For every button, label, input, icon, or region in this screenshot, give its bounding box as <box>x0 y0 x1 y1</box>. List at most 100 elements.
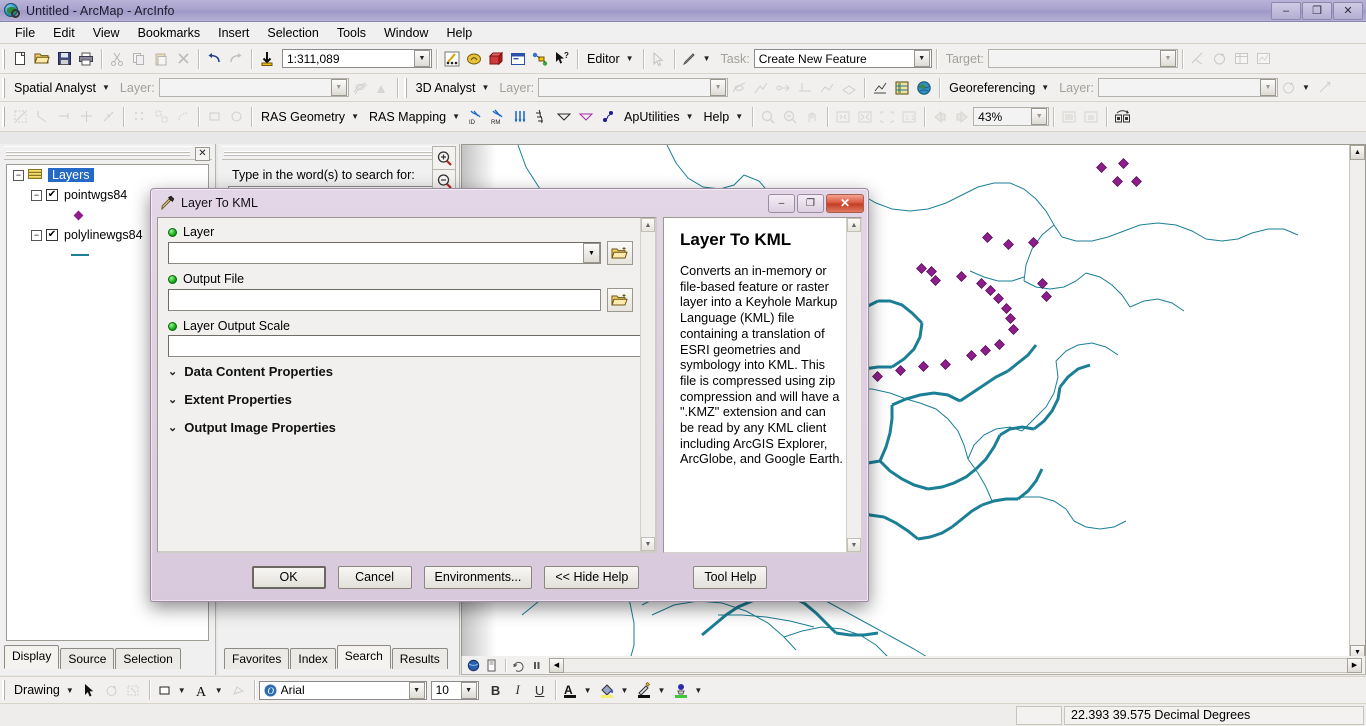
ok-button[interactable]: OK <box>251 565 326 589</box>
layer-visibility-checkbox[interactable]: ✔ <box>46 189 58 201</box>
parameters-scrollbar[interactable]: ▲ ▼ <box>640 218 655 551</box>
search-panel-grip[interactable] <box>222 146 439 160</box>
map-scroll-right-icon[interactable]: ▶ <box>1347 657 1362 673</box>
image-zoom-combo[interactable]: 43% ▼ <box>973 107 1050 126</box>
stream-flow-arrows-icon[interactable] <box>509 106 531 128</box>
zoom-in-icon[interactable] <box>432 146 456 170</box>
undo-icon[interactable] <box>203 48 225 70</box>
previous-extent-icon[interactable] <box>929 106 951 128</box>
refresh-view-icon[interactable] <box>510 657 526 673</box>
bold-button[interactable]: B <box>485 679 507 701</box>
expand-collapse-icon[interactable]: − <box>31 229 42 241</box>
cut-icon[interactable] <box>106 48 128 70</box>
rotate-tool-icon[interactable] <box>1209 48 1231 70</box>
chevron-down-icon[interactable]: ▼ <box>479 83 494 92</box>
split-tool-icon[interactable] <box>1187 48 1209 70</box>
window-close-button[interactable]: ✕ <box>1333 1 1363 20</box>
cancel-button[interactable]: Cancel <box>337 565 412 589</box>
error-inspector-icon[interactable] <box>150 106 172 128</box>
histogram-icon[interactable] <box>371 77 393 99</box>
scroll-down-icon[interactable]: ▼ <box>847 538 861 552</box>
command-line-icon[interactable] <box>507 48 529 70</box>
edit-vertices-icon[interactable] <box>228 679 250 701</box>
search-tab-favorites[interactable]: Favorites <box>224 648 290 669</box>
dialog-restore-button[interactable]: ❐ <box>797 193 824 213</box>
chevron-down-icon[interactable]: ▼ <box>64 686 79 695</box>
section-data-content-properties[interactable]: ⌄ Data Content Properties <box>158 357 655 385</box>
save-icon[interactable] <box>53 48 75 70</box>
toolbar-grip[interactable] <box>403 77 408 98</box>
toc-close-icon[interactable]: ✕ <box>195 147 210 161</box>
levee-icon[interactable] <box>597 106 619 128</box>
actual-size-icon[interactable]: 1:1 <box>898 106 920 128</box>
menu-help[interactable]: Help <box>437 23 481 43</box>
arcscene-icon[interactable] <box>891 77 913 99</box>
toc-root-layers[interactable]: − Layers <box>7 165 208 185</box>
font-color-icon[interactable]: A <box>560 679 582 701</box>
toolbar-grip[interactable] <box>2 680 6 700</box>
copy-icon[interactable] <box>128 48 150 70</box>
sketch-tool-icon[interactable] <box>679 48 701 70</box>
output-file-browse-button[interactable] <box>607 288 633 312</box>
chevron-down-icon[interactable]: ▼ <box>1039 83 1054 92</box>
edit-select-arrow-icon[interactable] <box>648 48 670 70</box>
3d-analyst-layer-combo[interactable]: ▼ <box>538 78 729 97</box>
georeferencing-layer-combo[interactable]: ▼ <box>1097 78 1278 97</box>
target-combo[interactable]: ▼ <box>987 49 1178 68</box>
chevron-down-icon[interactable]: ▼ <box>1159 50 1176 67</box>
cross-section-icon[interactable] <box>531 106 553 128</box>
window-restore-button[interactable]: ❐ <box>1302 1 1332 20</box>
toc-drag-grip[interactable]: ✕ <box>4 146 212 161</box>
validate-topology-icon[interactable] <box>128 106 150 128</box>
section-extent-properties[interactable]: ⌄ Extent Properties <box>158 385 655 413</box>
edit-tool-icon[interactable] <box>441 48 463 70</box>
section-output-image-properties[interactable]: ⌄ Output Image Properties <box>158 413 655 441</box>
toc-tab-selection[interactable]: Selection <box>115 648 181 669</box>
font-size-combo[interactable]: 10 ▼ <box>430 680 479 700</box>
chevron-down-icon[interactable]: ▼ <box>1031 108 1048 125</box>
surface-icon[interactable] <box>838 77 860 99</box>
split-line-icon[interactable] <box>97 106 119 128</box>
ras-help-menu[interactable]: Help <box>699 108 734 126</box>
menu-file[interactable]: File <box>6 23 44 43</box>
interpolate-line-icon[interactable] <box>750 77 772 99</box>
contour-3d-icon[interactable] <box>728 77 750 99</box>
menu-bookmarks[interactable]: Bookmarks <box>129 23 210 43</box>
map-vertical-scrollbar[interactable]: ▲ ▼ <box>1349 145 1365 660</box>
new-rectangle-icon[interactable] <box>154 679 176 701</box>
3d-analyst-menu[interactable]: 3D Analyst <box>411 79 480 97</box>
redo-icon[interactable] <box>225 48 247 70</box>
steepest-path-icon[interactable] <box>772 77 794 99</box>
sketch-properties-icon[interactable] <box>1253 48 1275 70</box>
chevron-down-icon[interactable]: ▼ <box>414 50 430 67</box>
chevron-down-icon[interactable]: ▼ <box>460 681 477 699</box>
chevron-down-icon[interactable]: ▼ <box>1300 83 1315 92</box>
chevron-down-icon[interactable]: ▼ <box>100 83 115 92</box>
environments-button[interactable]: Environments... <box>423 565 533 589</box>
spatial-analyst-menu[interactable]: Spatial Analyst <box>9 79 100 97</box>
data-view-icon[interactable] <box>465 657 481 673</box>
select-topology-icon[interactable] <box>9 106 31 128</box>
whats-this-icon[interactable]: ? <box>551 48 573 70</box>
open-icon[interactable] <box>31 48 53 70</box>
chevron-down-icon[interactable]: ▼ <box>684 112 699 121</box>
zoom-to-selection-icon[interactable] <box>876 106 898 128</box>
georeferencing-menu[interactable]: Georeferencing <box>944 79 1039 97</box>
scroll-up-icon[interactable]: ▲ <box>847 218 861 232</box>
scroll-up-icon[interactable]: ▲ <box>1350 145 1365 160</box>
topology-edit-icon[interactable] <box>31 106 53 128</box>
chevron-down-icon[interactable]: ▼ <box>408 681 425 699</box>
model-builder-icon[interactable] <box>529 48 551 70</box>
menu-selection[interactable]: Selection <box>258 23 327 43</box>
expand-collapse-icon[interactable]: − <box>13 169 24 181</box>
chevron-down-icon[interactable]: ▼ <box>733 112 748 121</box>
search-tab-results[interactable]: Results <box>391 648 448 669</box>
chevron-down-icon[interactable]: ▼ <box>624 54 639 63</box>
dialog-minimize-button[interactable]: – <box>768 193 795 213</box>
map-tips-icon[interactable] <box>463 48 485 70</box>
editor-menu-label[interactable]: Editor <box>582 50 624 68</box>
toc-tab-display[interactable]: Display <box>4 645 60 669</box>
chevron-down-icon[interactable]: ▼ <box>1259 79 1276 96</box>
pause-drawing-icon[interactable] <box>528 657 544 673</box>
layout-view-icon[interactable] <box>483 657 499 673</box>
